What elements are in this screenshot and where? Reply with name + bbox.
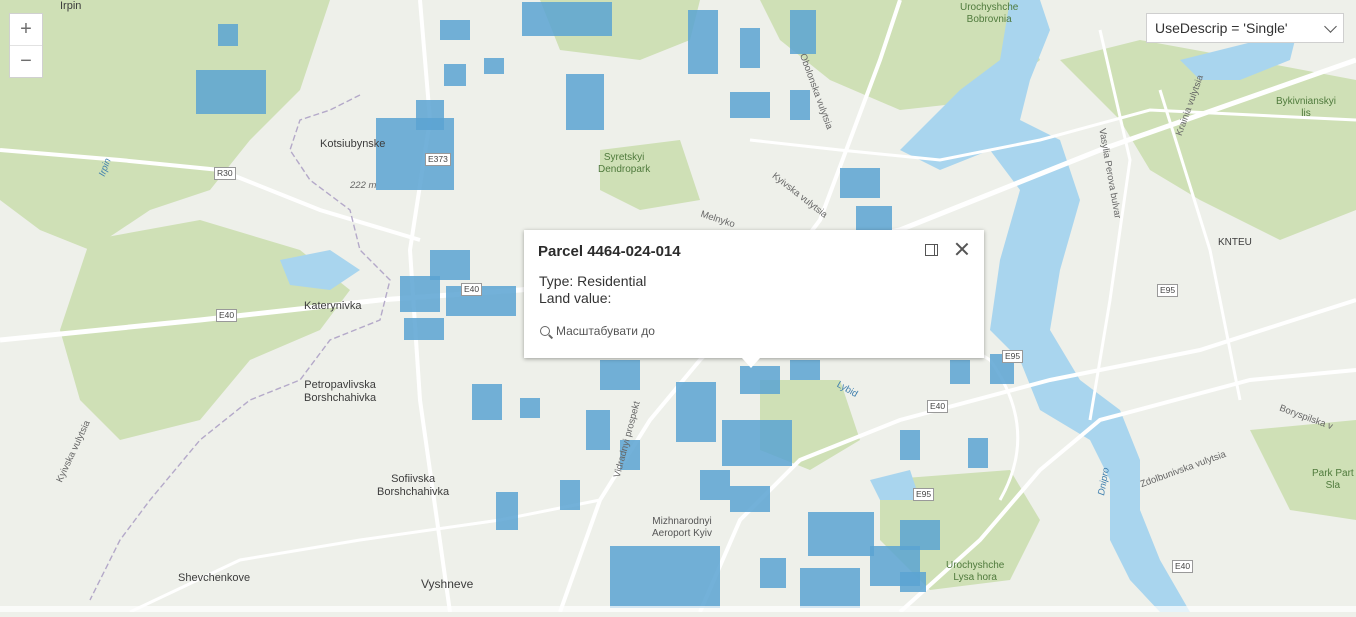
parcel-popup: Parcel 4464-024-014 Type: Residential La…: [524, 230, 984, 368]
label-petropavlivska: Petropavlivska Borshchahivka: [304, 379, 377, 404]
shield-e40-c: E40: [927, 400, 949, 413]
popup-pointer: [742, 358, 760, 368]
zoom-to-label: Масштабувати до: [556, 324, 655, 338]
label-katerynivka: Katerynivka: [304, 300, 362, 312]
zoom-control: + −: [9, 13, 43, 78]
filter-value: UseDescrip = 'Single': [1155, 20, 1288, 36]
zoom-to-icon: [540, 325, 554, 339]
label-knteu: KNTEU: [1218, 237, 1252, 248]
shield-e95-c: E95: [913, 488, 935, 501]
popup-type: Type: Residential: [539, 273, 647, 289]
shield-e95-b: E95: [1002, 350, 1024, 363]
label-park-partial: Park Part Sla: [1312, 468, 1354, 491]
shield-e95-a: E95: [1157, 284, 1179, 297]
label-sofiivska: Sofiivska Borshchahivka: [377, 473, 450, 498]
label-elevation: 222 m: [350, 180, 377, 191]
filter-dropdown[interactable]: UseDescrip = 'Single': [1146, 13, 1344, 43]
close-icon[interactable]: [954, 241, 970, 257]
label-aeroport: Mizhnarodnyi Aeroport Kyiv: [652, 516, 713, 539]
zoom-to-link[interactable]: Масштабувати до: [540, 324, 655, 339]
label-syretskyi: Syretskyi Dendropark: [598, 152, 651, 175]
zoom-in-button[interactable]: +: [10, 14, 42, 45]
zoom-out-button[interactable]: −: [10, 45, 42, 77]
label-shevchenkove: Shevchenkove: [178, 572, 251, 584]
shield-r30: R30: [214, 167, 236, 180]
popup-land-value: Land value:: [539, 290, 612, 306]
dock-icon[interactable]: [925, 244, 938, 256]
shield-e373: E373: [425, 153, 451, 166]
label-vyshneve: Vyshneve: [421, 577, 474, 591]
label-bykivnianskyi: Bykivnianskyi lis: [1276, 96, 1337, 119]
attribution-bar: [0, 606, 1356, 612]
label-irpin-town: Irpin: [60, 0, 82, 12]
chevron-down-icon: [1324, 19, 1337, 33]
shield-e40-b: E40: [461, 283, 483, 296]
shield-e40-d: E40: [1172, 560, 1194, 573]
label-urochyshche-bobrovnia: Urochyshche Bobrovnia: [960, 2, 1019, 25]
shield-e40-a: E40: [216, 309, 238, 322]
label-kotsiubynske: Kotsiubynske: [320, 138, 386, 150]
popup-title: Parcel 4464-024-014: [538, 243, 681, 260]
label-urochyshche-lysa: Urochyshche Lysa hora: [946, 560, 1005, 583]
